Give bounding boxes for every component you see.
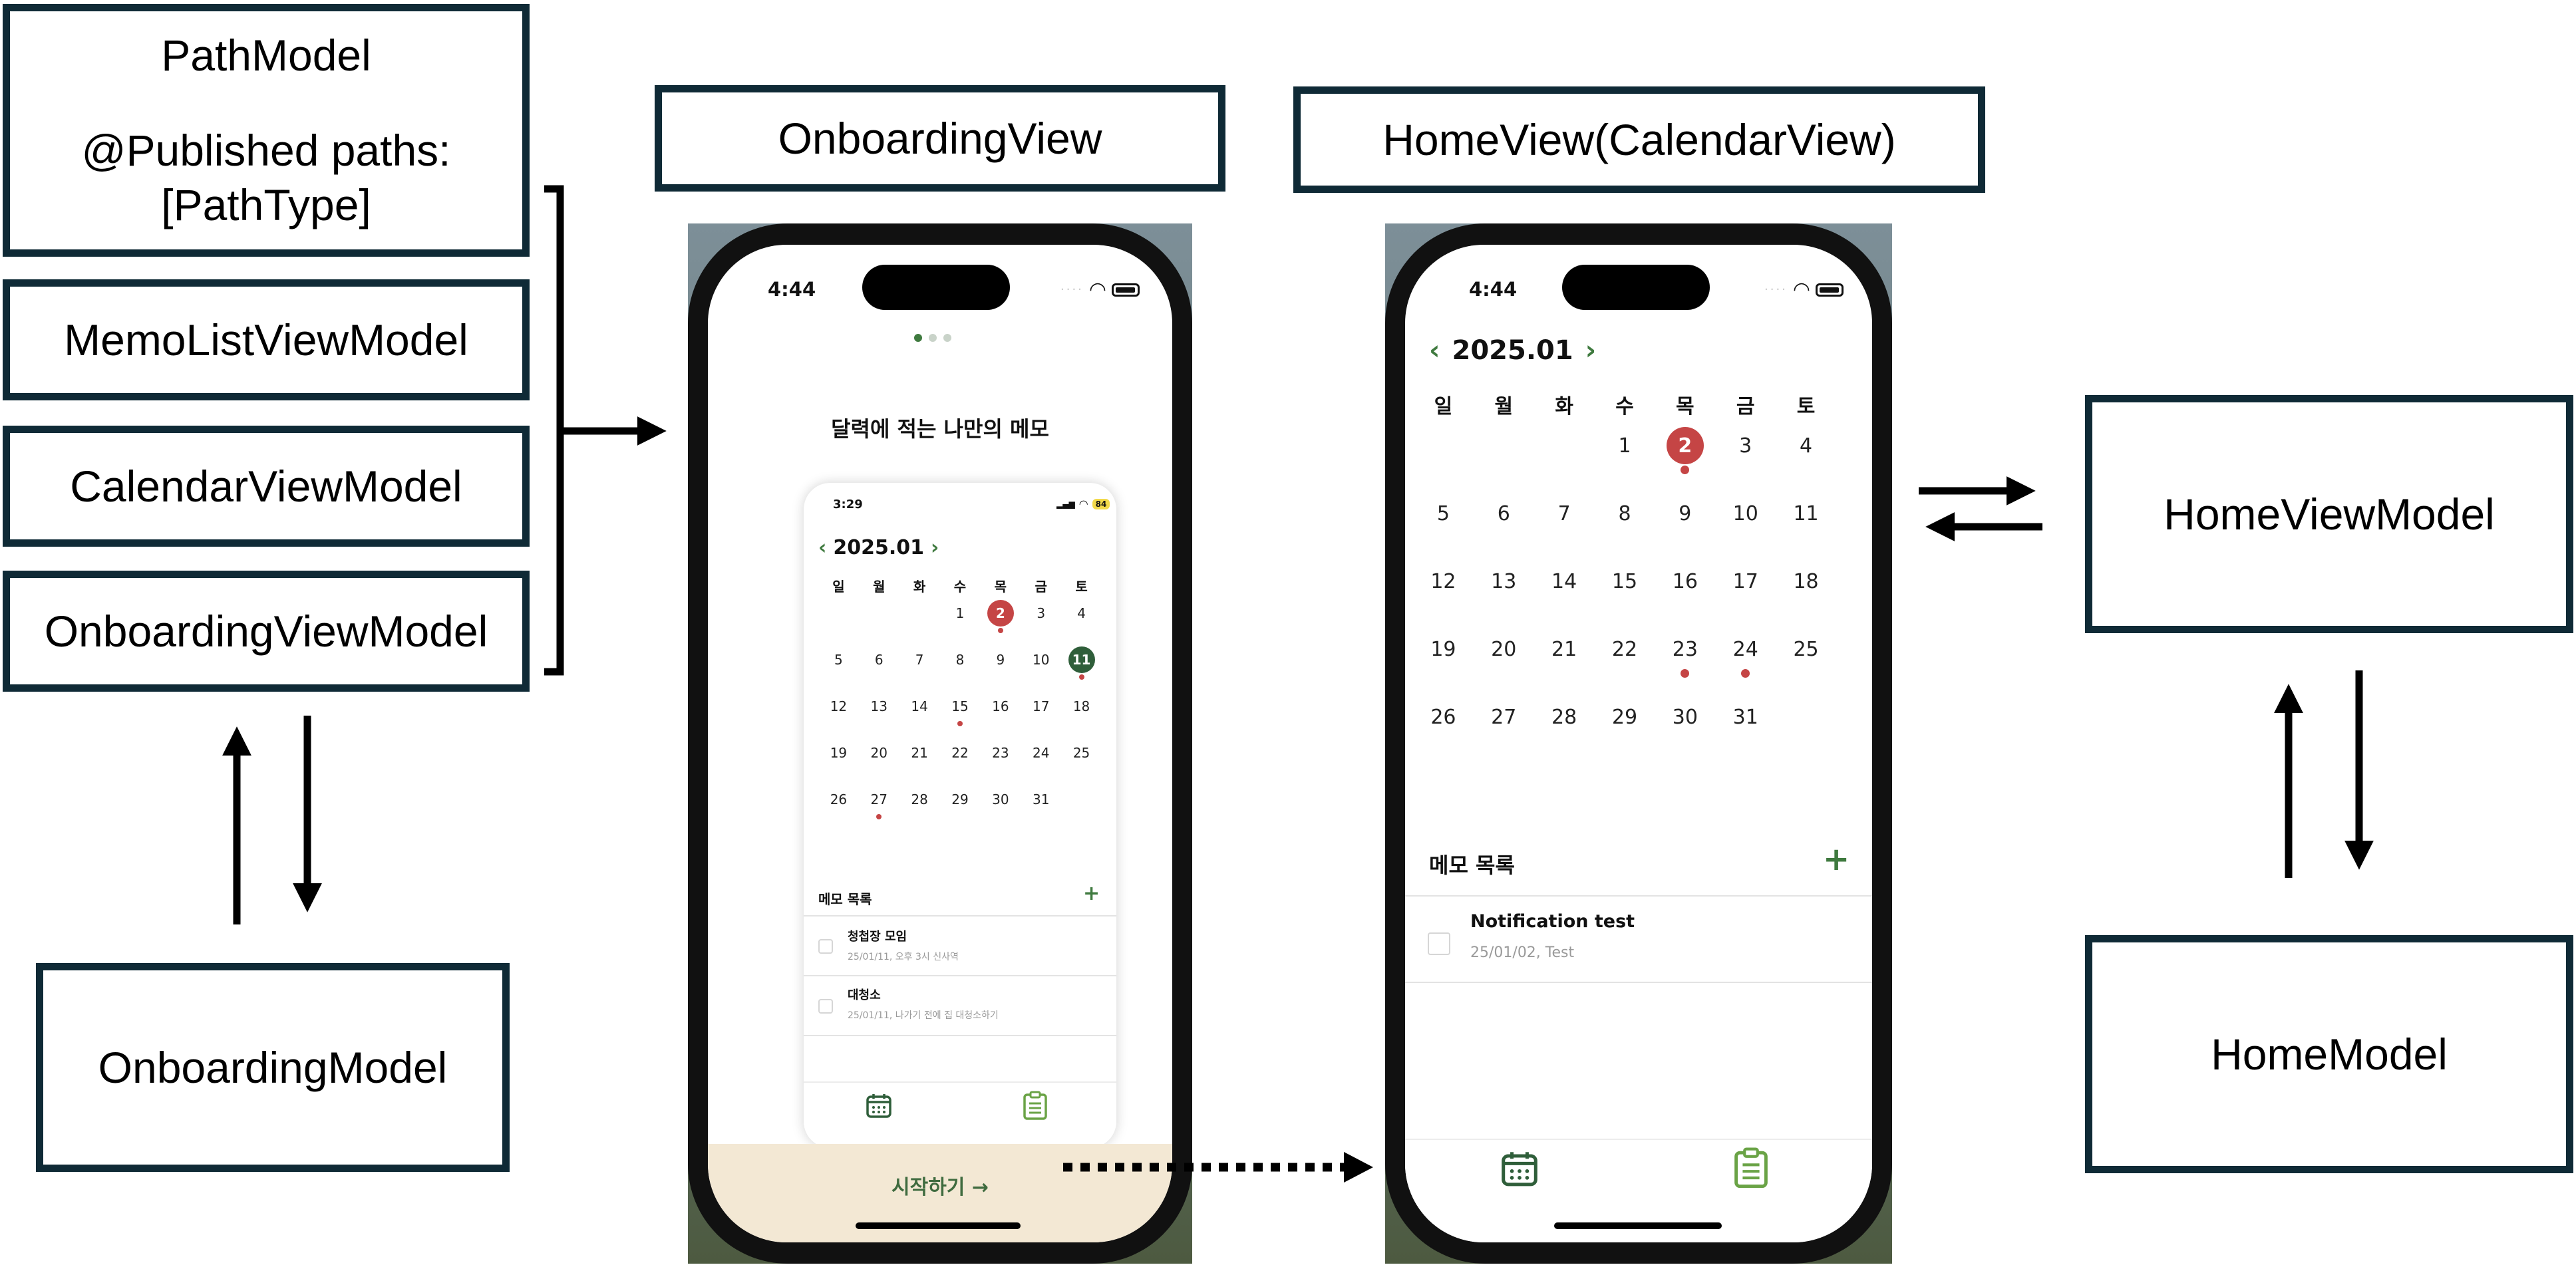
connector-layer (222, 185, 2374, 1183)
dotted-arrow-head (1344, 1152, 1373, 1183)
grouping-bracket (544, 185, 564, 676)
